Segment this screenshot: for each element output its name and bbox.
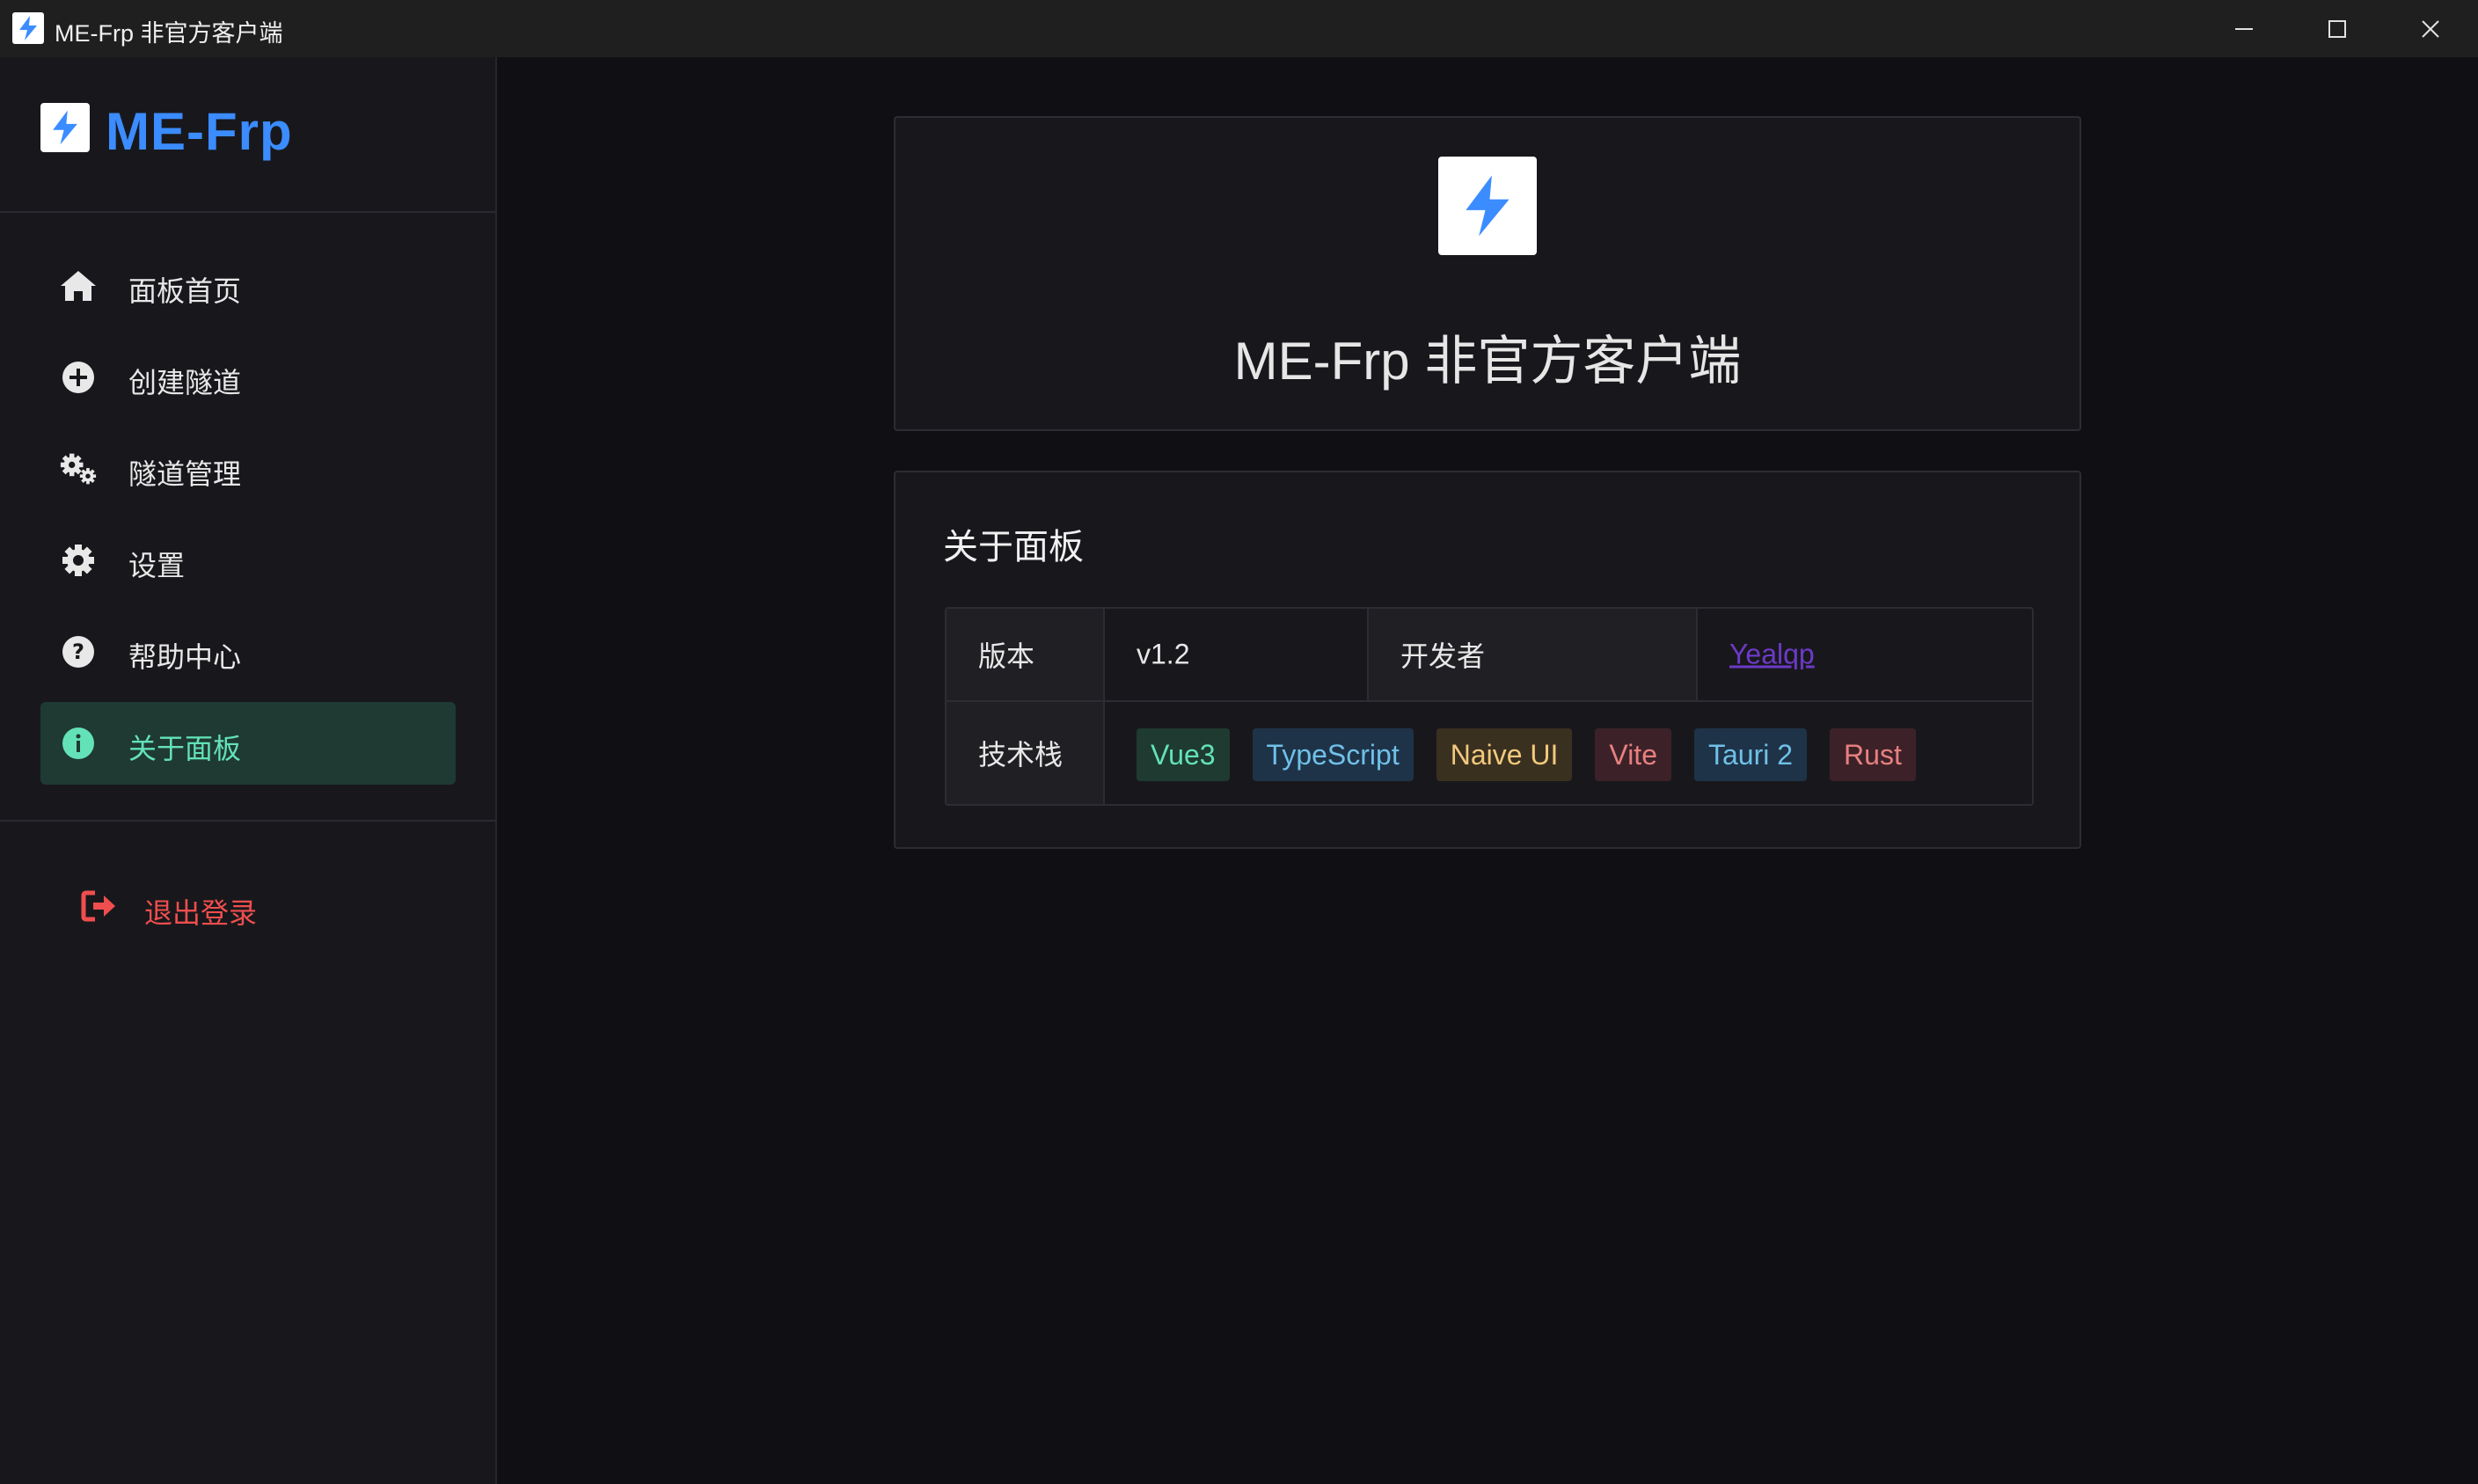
sidebar-item-label: 设置 <box>128 550 186 581</box>
tag-vite: Vite <box>1595 728 1671 781</box>
stack-label-cell: 技术栈 <box>947 702 1105 804</box>
sidebar-item-label: 关于面板 <box>128 733 242 764</box>
window-title: ME-Frp 非官方客户端 <box>55 20 283 47</box>
table-row: 版本 v1.2 开发者 Yealqp <box>947 609 2032 702</box>
close-button[interactable] <box>2384 0 2477 57</box>
developer-label-cell: 开发者 <box>1369 609 1698 700</box>
logout-button[interactable]: 退出登录 <box>81 884 310 929</box>
sidebar-item-label: 面板首页 <box>128 275 242 307</box>
about-card: 关于面板 版本 v1.2 开发者 Yealqp 技术栈 Vue3 TypeScr… <box>894 471 2081 849</box>
bolt-icon <box>1438 157 1537 255</box>
tag-naive-ui: Naive UI <box>1436 728 1573 781</box>
version-label: 版本 <box>978 640 1035 672</box>
table-row: 技术栈 Vue3 TypeScript Naive UI Vite Tauri … <box>947 702 2032 804</box>
tag-rust: Rust <box>1830 728 1916 781</box>
sidebar: ME-Frp 面板首页 创建隧道 隧道管理 设置 ? 帮助中心 关于面板 退出登… <box>0 57 497 1484</box>
stack-label: 技术栈 <box>978 739 1064 771</box>
logout-label: 退出登录 <box>144 897 258 929</box>
minimize-icon <box>2235 27 2253 30</box>
info-circle-icon <box>60 726 97 761</box>
sign-out-icon <box>81 889 118 927</box>
version-label-cell: 版本 <box>947 609 1105 700</box>
title-bar: ME-Frp 非官方客户端 <box>0 0 2478 57</box>
home-icon <box>60 268 97 303</box>
gears-icon <box>60 451 97 486</box>
close-icon <box>2422 19 2439 38</box>
developer-link[interactable]: Yealqp <box>1729 639 1815 671</box>
sidebar-item-label: 帮助中心 <box>128 641 242 673</box>
bolt-icon <box>40 103 90 152</box>
tag-vue3: Vue3 <box>1137 728 1230 781</box>
about-title: 关于面板 <box>943 528 1084 567</box>
tag-tauri-2: Tauri 2 <box>1693 728 1808 781</box>
sidebar-item-create-tunnel[interactable]: 创建隧道 <box>40 336 456 419</box>
bolt-icon <box>12 12 44 44</box>
app-window: ME-Frp 非官方客户端 ME-Frp 面板首页 创建隧道 隧道管理 设置 ?… <box>0 0 2478 1484</box>
sidebar-divider <box>0 820 495 822</box>
question-circle-icon: ? <box>60 634 97 669</box>
maximize-icon <box>2328 19 2346 38</box>
sidebar-item-tunnel-management[interactable]: 隧道管理 <box>40 428 456 510</box>
developer-label: 开发者 <box>1400 640 1486 672</box>
maximize-button[interactable] <box>2291 0 2384 57</box>
sidebar-item-dashboard[interactable]: 面板首页 <box>40 245 456 327</box>
sidebar-item-about[interactable]: 关于面板 <box>40 702 456 785</box>
hero-card: ME-Frp 非官方客户端 <box>894 116 2081 431</box>
sidebar-item-settings[interactable]: 设置 <box>40 519 456 602</box>
minimize-button[interactable] <box>2197 0 2291 57</box>
sidebar-item-label: 创建隧道 <box>128 367 242 398</box>
plus-circle-icon <box>60 360 97 395</box>
sidebar-item-label: 隧道管理 <box>128 458 242 490</box>
developer-value-cell: Yealqp <box>1698 609 2032 700</box>
hero-title: ME-Frp 非官方客户端 <box>1233 332 1742 391</box>
brand: ME-Frp <box>0 57 495 213</box>
tech-stack-tags: Vue3 TypeScript Naive UI Vite Tauri 2 Ru… <box>1137 728 1939 781</box>
descriptions-table: 版本 v1.2 开发者 Yealqp 技术栈 Vue3 TypeScript N… <box>945 607 2034 806</box>
svg-text:?: ? <box>72 640 84 664</box>
sidebar-item-help[interactable]: ? 帮助中心 <box>40 610 456 693</box>
stack-value-cell: Vue3 TypeScript Naive UI Vite Tauri 2 Ru… <box>1105 702 2032 804</box>
version-value: v1.2 <box>1137 638 1190 670</box>
version-value-cell: v1.2 <box>1105 609 1369 700</box>
tag-typescript: TypeScript <box>1252 728 1414 781</box>
gear-icon <box>60 543 97 578</box>
brand-name: ME-Frp <box>106 102 293 161</box>
sidebar-nav: 面板首页 创建隧道 隧道管理 设置 ? 帮助中心 关于面板 <box>40 245 456 793</box>
